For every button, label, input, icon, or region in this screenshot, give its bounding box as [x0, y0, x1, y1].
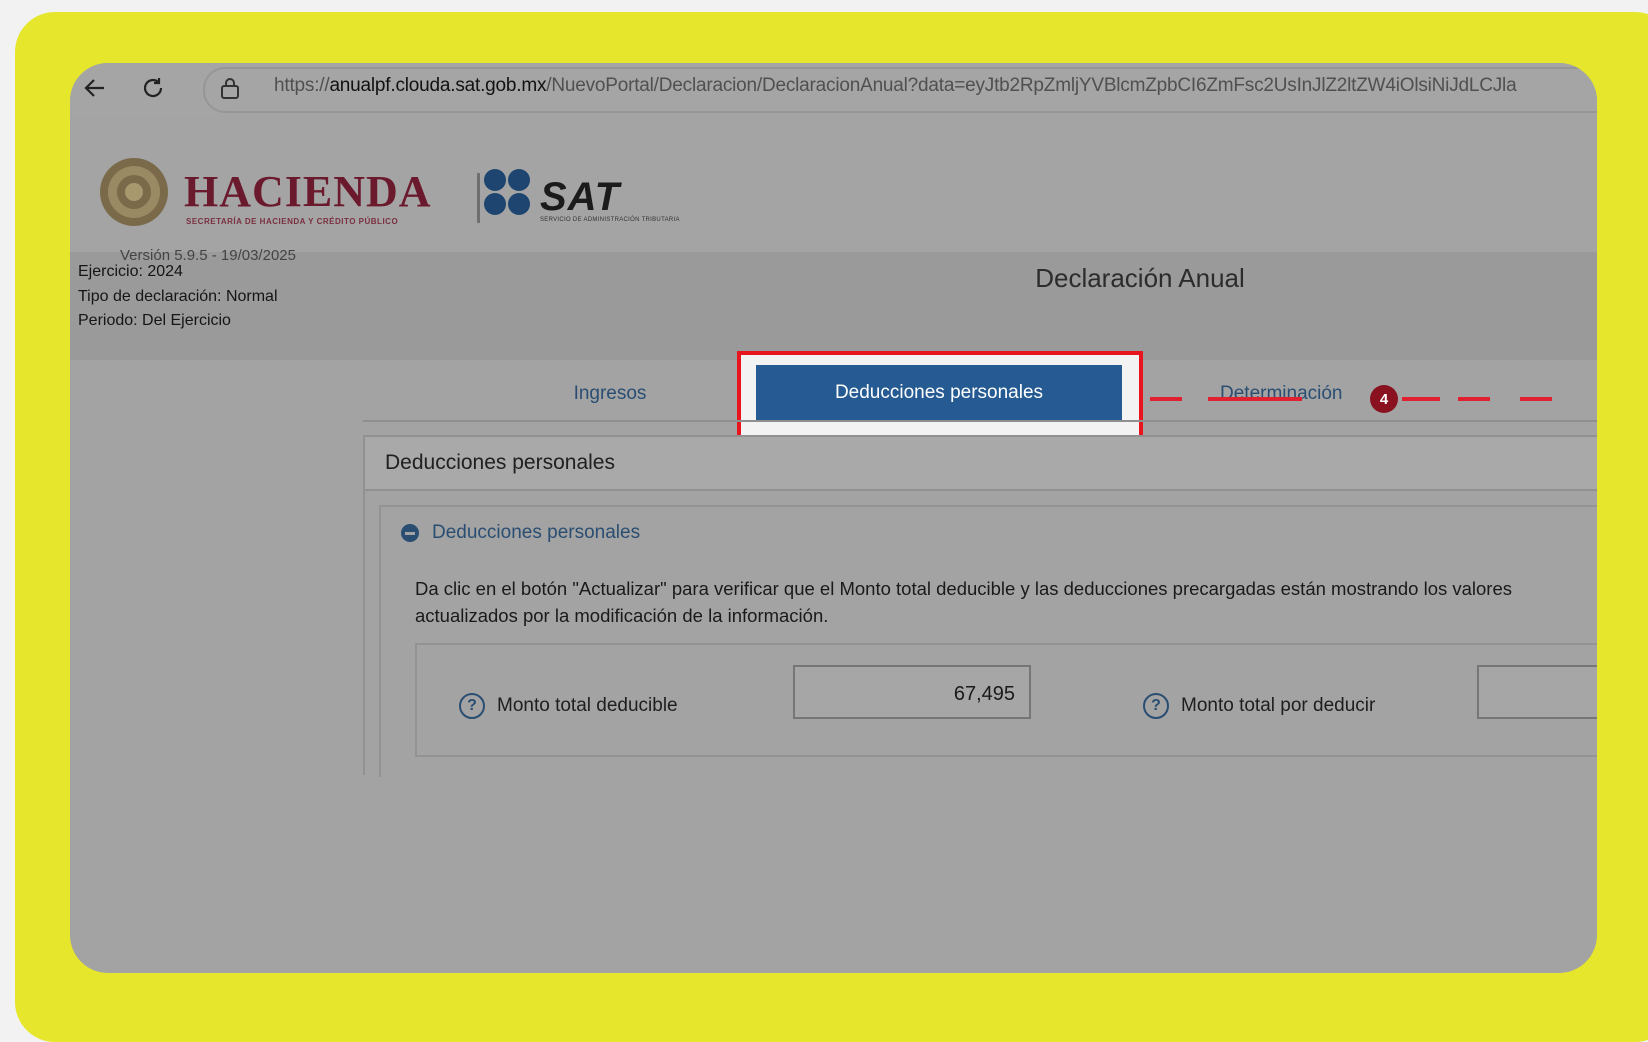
version-label: Versión 5.9.5 - 19/03/2025	[120, 247, 296, 264]
monto-total-por-deducir-field[interactable]	[1477, 665, 1597, 719]
annotation-dash	[1402, 397, 1440, 401]
sat-logo-subtitle: SERVICIO DE ADMINISTRACIÓN TRIBUTARIA	[540, 217, 680, 223]
section-title[interactable]: Deducciones personales	[432, 522, 640, 544]
lock-icon[interactable]	[215, 73, 245, 103]
totals-box: ? Monto total deducible 67,495 ? Monto t…	[415, 643, 1597, 757]
sat-logo-text: SAT	[540, 175, 621, 219]
help-question-icon[interactable]: ?	[459, 693, 485, 719]
panel-header: Deducciones personales	[365, 437, 1597, 491]
page-title: Declaración Anual	[1035, 263, 1245, 293]
back-arrow-icon[interactable]	[80, 73, 110, 103]
tipo-declaracion-label: Tipo de declaración: Normal	[78, 288, 278, 305]
tabs-underline	[363, 420, 1597, 422]
tab-determinacion[interactable]: Determinación	[1220, 383, 1343, 405]
annotation-dash	[1150, 397, 1182, 401]
browser-toolbar: https://anualpf.clouda.sat.gob.mx/NuevoP…	[70, 63, 1597, 115]
url-host: anualpf.clouda.sat.gob.mx	[329, 75, 547, 96]
help-question-icon[interactable]: ?	[1143, 693, 1169, 719]
panel-title: Deducciones personales	[385, 451, 615, 474]
declaration-info-band	[70, 252, 1597, 360]
hacienda-seal-icon	[98, 156, 170, 228]
url-prefix: https://	[274, 75, 330, 96]
monto-total-por-deducir-label: Monto total por deducir	[1181, 695, 1376, 716]
hacienda-logo-text: HACIENDA	[184, 167, 432, 216]
browser-screenshot: https://anualpf.clouda.sat.gob.mx/NuevoP…	[70, 63, 1597, 973]
instructions-text: Da clic en el botón "Actualizar" para ve…	[415, 578, 1513, 626]
ejercicio-label: Ejercicio: 2024	[78, 263, 183, 280]
annotation-dash	[1458, 397, 1490, 401]
annotation-dash	[1520, 397, 1552, 401]
monto-total-deducible-label: Monto total deducible	[497, 695, 678, 716]
periodo-label: Periodo: Del Ejercicio	[78, 312, 231, 329]
annotation-dash	[1208, 397, 1302, 401]
url-text[interactable]: https://anualpf.clouda.sat.gob.mx/NuevoP…	[274, 75, 1517, 97]
hacienda-logo-subtitle: SECRETARÍA DE HACIENDA Y CRÉDITO PÚBLICO	[186, 217, 399, 226]
sat-logo-icon	[482, 167, 534, 219]
logo-divider	[477, 173, 480, 223]
collapse-minus-icon[interactable]	[401, 524, 419, 542]
reload-icon[interactable]	[138, 73, 168, 103]
tab-ingresos[interactable]: Ingresos	[530, 383, 690, 405]
notification-badge: 4	[1370, 385, 1398, 413]
monto-total-deducible-field[interactable]: 67,495	[793, 665, 1031, 719]
tab-deducciones-personales[interactable]: Deducciones personales	[756, 365, 1122, 421]
deducciones-panel: Deducciones personales Deducciones perso…	[363, 435, 1597, 777]
deducciones-section: Deducciones personales Da clic en el bot…	[379, 505, 1597, 777]
url-path: /NuevoPortal/Declaracion/DeclaracionAnua…	[546, 75, 1517, 96]
